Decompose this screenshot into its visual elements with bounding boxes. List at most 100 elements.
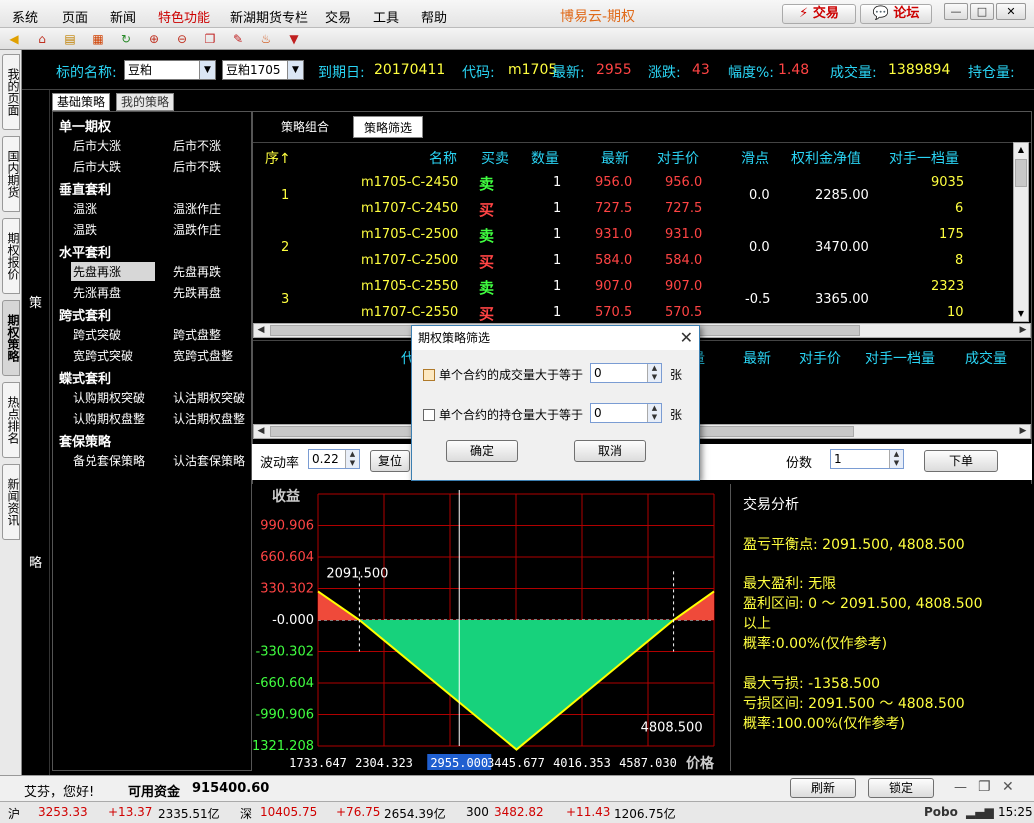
col-opp[interactable]: 对手价 bbox=[657, 148, 699, 168]
menu-system[interactable]: 系统 bbox=[12, 7, 38, 26]
strategy-item[interactable]: 后市大跌 bbox=[73, 158, 121, 175]
spinner-icon[interactable]: ▲ ▼ bbox=[889, 450, 903, 468]
strategy-item[interactable]: 宽跨式盘整 bbox=[173, 347, 233, 364]
minimize-icon[interactable]: — bbox=[954, 780, 967, 795]
cancel-button[interactable]: 取消 bbox=[574, 440, 646, 462]
strategy-item[interactable]: 先涨再盘 bbox=[73, 284, 121, 301]
category-single[interactable]: 单一期权 bbox=[59, 116, 111, 135]
menu-trade[interactable]: 交易 bbox=[325, 7, 351, 26]
table-vscrollbar[interactable]: ▲ ▼ bbox=[1013, 142, 1029, 322]
zoom-out-icon[interactable]: ⊖ bbox=[174, 31, 190, 47]
tab-strategy-filter[interactable]: 策略筛选 bbox=[353, 116, 424, 138]
strategy-item[interactable]: 后市大涨 bbox=[73, 137, 121, 154]
maximize-button[interactable]: □ bbox=[970, 3, 994, 20]
volatility-input[interactable]: 0.22 ▲ ▼ bbox=[308, 449, 360, 469]
scroll-left-icon[interactable]: ◀ bbox=[254, 425, 268, 438]
strategy-item[interactable]: 后市不涨 bbox=[173, 137, 221, 154]
strategy-item[interactable]: 备兑套保策略 bbox=[73, 452, 145, 469]
lock-button[interactable]: 锁定 bbox=[868, 778, 934, 798]
category-straddle[interactable]: 跨式套利 bbox=[59, 305, 111, 324]
oi-filter-checkbox[interactable] bbox=[423, 409, 435, 421]
pen-icon[interactable]: ✎ bbox=[230, 31, 246, 47]
scroll-down-icon[interactable]: ▼ bbox=[1014, 307, 1028, 321]
menu-xinhu[interactable]: 新湖期货专栏 bbox=[230, 7, 308, 26]
strategy-item[interactable]: 认购期权突破 bbox=[73, 389, 145, 406]
tab-hot-ranking[interactable]: 热点排名 bbox=[2, 382, 20, 458]
strategy-item[interactable]: 先盘再跌 bbox=[173, 263, 221, 280]
back-arrow-icon[interactable]: ◀ bbox=[6, 31, 22, 47]
refresh-button[interactable]: 刷新 bbox=[790, 778, 856, 798]
tab-my-strategy[interactable]: 我的策略 bbox=[116, 93, 175, 111]
menu-help[interactable]: 帮助 bbox=[421, 7, 447, 26]
strategy-item[interactable]: 认沽期权盘整 bbox=[173, 410, 245, 427]
tab-news[interactable]: 新闻资讯 bbox=[2, 464, 20, 540]
tab-my-page[interactable]: 我的页面 bbox=[2, 54, 20, 130]
category-hedge[interactable]: 套保策略 bbox=[59, 431, 111, 450]
paint-icon[interactable]: ♨ bbox=[258, 31, 274, 47]
tab-strategy-combo[interactable]: 策略组合 bbox=[271, 116, 339, 138]
strategy-item[interactable]: 温跌作庄 bbox=[173, 221, 221, 238]
strategy-item[interactable]: 跨式突破 bbox=[73, 326, 121, 343]
scroll-up-icon[interactable]: ▲ bbox=[1014, 143, 1028, 157]
col-side[interactable]: 买卖 bbox=[481, 148, 509, 168]
strategy-item[interactable]: 温跌 bbox=[73, 221, 97, 238]
strategy-item[interactable]: 温涨 bbox=[73, 200, 97, 217]
col2-level[interactable]: 对手一档量 bbox=[865, 348, 935, 368]
scroll-left-icon[interactable]: ◀ bbox=[254, 324, 268, 337]
strategy-item[interactable]: 认沽期权突破 bbox=[173, 389, 245, 406]
zoom-in-icon[interactable]: ⊕ bbox=[146, 31, 162, 47]
close-icon[interactable]: ✕ bbox=[680, 328, 693, 347]
col-name[interactable]: 名称 bbox=[429, 148, 457, 168]
category-horizontal[interactable]: 水平套利 bbox=[59, 242, 111, 261]
category-butterfly[interactable]: 蝶式套利 bbox=[59, 368, 111, 387]
col2-volume[interactable]: 成交量 bbox=[965, 348, 1007, 368]
tab-domestic-futures[interactable]: 国内期货 bbox=[2, 136, 20, 212]
tab-option-quotes[interactable]: 期权报价 bbox=[2, 218, 20, 294]
windows-icon[interactable]: ❐ bbox=[202, 31, 218, 47]
reset-button[interactable]: 复位 bbox=[370, 450, 410, 472]
strategy-item[interactable]: 先跌再盘 bbox=[173, 284, 221, 301]
col2-opp[interactable]: 对手价 bbox=[799, 348, 841, 368]
strategy-item[interactable]: 认沽套保策略 bbox=[173, 452, 245, 469]
volume-filter-checkbox[interactable] bbox=[423, 369, 435, 381]
tab-basic-strategy[interactable]: 基础策略 bbox=[52, 93, 111, 111]
tab-option-strategy[interactable]: 期权策略 bbox=[2, 300, 20, 376]
home-icon[interactable]: ⌂ bbox=[34, 31, 50, 47]
minimize-button[interactable]: — bbox=[944, 3, 968, 20]
close-button[interactable]: ✕ bbox=[996, 3, 1026, 20]
strategy-item[interactable]: 温涨作庄 bbox=[173, 200, 221, 217]
volume-filter-input[interactable]: 0 ▲ ▼ bbox=[590, 363, 662, 383]
col-slip[interactable]: 滑点 bbox=[741, 148, 769, 168]
scroll-right-icon[interactable]: ▶ bbox=[1016, 324, 1030, 337]
database-icon[interactable]: ▤ bbox=[62, 31, 78, 47]
filter-icon[interactable]: ▼ bbox=[286, 31, 302, 47]
spinner-icon[interactable]: ▲ ▼ bbox=[647, 364, 661, 382]
col-seq[interactable]: 序↑ bbox=[265, 148, 291, 168]
menu-news[interactable]: 新闻 bbox=[110, 7, 136, 26]
spinner-icon[interactable]: ▲ ▼ bbox=[345, 450, 359, 468]
menu-tools[interactable]: 工具 bbox=[373, 7, 399, 26]
scroll-right-icon[interactable]: ▶ bbox=[1016, 425, 1030, 438]
spinner-icon[interactable]: ▲ ▼ bbox=[647, 404, 661, 422]
col-qty[interactable]: 数量 bbox=[531, 148, 559, 168]
category-vertical[interactable]: 垂直套利 bbox=[59, 179, 111, 198]
col-level[interactable]: 对手一档量 bbox=[889, 148, 959, 168]
menu-page[interactable]: 页面 bbox=[62, 7, 88, 26]
strategy-item[interactable]: 后市不跌 bbox=[173, 158, 221, 175]
confirm-button[interactable]: 确定 bbox=[446, 440, 518, 462]
scroll-thumb[interactable] bbox=[1015, 159, 1027, 187]
refresh-icon[interactable]: ↻ bbox=[118, 31, 134, 47]
col-premium[interactable]: 权利金净值 bbox=[791, 148, 861, 168]
contract-select[interactable]: 豆粕1705 ▼ bbox=[222, 60, 304, 80]
restore-icon[interactable]: ❐ bbox=[978, 779, 991, 795]
underlying-select[interactable]: 豆粕 ▼ bbox=[124, 60, 216, 80]
strategy-item[interactable]: 宽跨式突破 bbox=[73, 347, 133, 364]
shares-input[interactable]: 1 ▲ ▼ bbox=[830, 449, 904, 469]
col-last[interactable]: 最新 bbox=[601, 148, 629, 168]
strategy-item[interactable]: 跨式盘整 bbox=[173, 326, 221, 343]
menu-special[interactable]: 特色功能 bbox=[158, 7, 210, 26]
oi-filter-input[interactable]: 0 ▲ ▼ bbox=[590, 403, 662, 423]
trade-button[interactable]: ⚡ 交易 bbox=[782, 4, 856, 24]
col2-last[interactable]: 最新 bbox=[743, 348, 771, 368]
forum-button[interactable]: 💬 论坛 bbox=[860, 4, 932, 24]
